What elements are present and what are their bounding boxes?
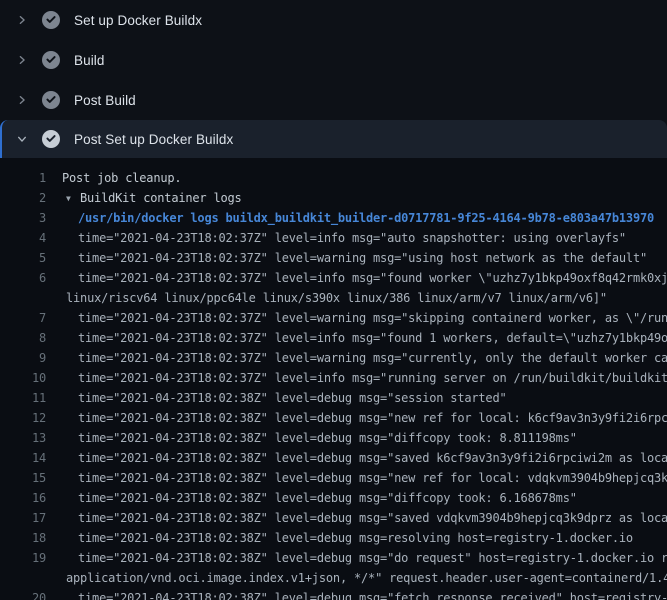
log-line: 17 time="2021-04-23T18:02:38Z" level=debu… [0,508,667,528]
chevron-down-icon [16,133,28,145]
log-line: 6 time="2021-04-23T18:02:37Z" level=info … [0,268,667,288]
log-text: time="2021-04-23T18:02:38Z" level=debug … [78,488,577,508]
log-line: 15 time="2021-04-23T18:02:38Z" level=debu… [0,468,667,488]
line-number[interactable]: 14 [0,448,46,468]
log-text: time="2021-04-23T18:02:38Z" level=debug … [78,548,667,568]
line-number[interactable]: 4 [0,228,46,248]
log-group-toggle[interactable]: ▼ BuildKit container logs [62,188,242,208]
log-text: time="2021-04-23T18:02:37Z" level=warnin… [78,248,647,268]
log-line: 8 time="2021-04-23T18:02:37Z" level=info … [0,328,667,348]
step-label: Post Build [74,93,136,108]
triangle-down-icon: ▼ [66,189,75,208]
log-line: 9 time="2021-04-23T18:02:37Z" level=warni… [0,348,667,368]
log-text: time="2021-04-23T18:02:38Z" level=debug … [78,588,667,600]
log-text: time="2021-04-23T18:02:38Z" level=debug … [78,508,667,528]
step-section-build[interactable]: Build [0,40,667,80]
log-text: time="2021-04-23T18:02:37Z" level=info m… [78,368,667,388]
check-circle-icon [42,11,60,29]
log-line: 12 time="2021-04-23T18:02:38Z" level=debu… [0,408,667,428]
log-line: 5 time="2021-04-23T18:02:37Z" level=warni… [0,248,667,268]
check-circle-icon [42,51,60,69]
line-number[interactable]: 20 [0,588,46,600]
log-text: Post job cleanup. [62,168,181,188]
line-number[interactable]: 5 [0,248,46,268]
step-section-post-set-up-docker-buildx[interactable]: Post Set up Docker Buildx [0,120,667,158]
line-number[interactable]: 17 [0,508,46,528]
log-text: time="2021-04-23T18:02:37Z" level=info m… [78,268,667,288]
log-text: application/vnd.oci.image.index.v1+json,… [66,568,667,588]
check-circle-icon [42,91,60,109]
log-text: time="2021-04-23T18:02:37Z" level=warnin… [78,308,667,328]
line-number[interactable]: 3 [0,208,46,228]
log-text: time="2021-04-23T18:02:37Z" level=warnin… [78,348,667,368]
step-section-set-up-docker-buildx[interactable]: Set up Docker Buildx [0,0,667,40]
log-text: time="2021-04-23T18:02:37Z" level=info m… [78,328,667,348]
line-number[interactable]: 19 [0,548,46,568]
line-number[interactable]: 13 [0,428,46,448]
step-section-post-build[interactable]: Post Build [0,80,667,120]
check-circle-icon [42,130,60,148]
command-text: /usr/bin/docker logs buildx_buildkit_bui… [78,208,654,228]
line-number[interactable]: 1 [0,168,46,188]
line-number[interactable]: 11 [0,388,46,408]
actions-log-viewer: Set up Docker Buildx Build Post Build [0,0,667,600]
log-line: 3/usr/bin/docker logs buildx_buildkit_bu… [0,208,667,228]
chevron-right-icon [16,94,28,106]
line-number[interactable]: 9 [0,348,46,368]
line-number[interactable]: 2 [0,188,46,208]
log-group-label: BuildKit container logs [80,191,242,205]
line-number[interactable]: 15 [0,468,46,488]
log-line: 4 time="2021-04-23T18:02:37Z" level=info … [0,228,667,248]
log-line: 11 time="2021-04-23T18:02:38Z" level=debu… [0,388,667,408]
line-number[interactable]: 18 [0,528,46,548]
log-pane: 1 Post job cleanup. 2 ▼ BuildKit container l… [0,158,667,600]
log-line: 20 time="2021-04-23T18:02:38Z" level=debu… [0,588,667,600]
log-text: time="2021-04-23T18:02:38Z" level=debug … [78,388,507,408]
line-number[interactable]: 7 [0,308,46,328]
log-line: 13 time="2021-04-23T18:02:38Z" level=debu… [0,428,667,448]
chevron-right-icon [16,14,28,26]
log-line: 14 time="2021-04-23T18:02:38Z" level=debu… [0,448,667,468]
line-number[interactable]: 16 [0,488,46,508]
log-line: 16 time="2021-04-23T18:02:38Z" level=debu… [0,488,667,508]
log-text: time="2021-04-23T18:02:38Z" level=debug … [78,468,667,488]
log-line: 10 time="2021-04-23T18:02:37Z" level=info… [0,368,667,388]
log-line-continuation: linux/riscv64 linux/ppc64le linux/s390x … [0,288,667,308]
log-line: 1 Post job cleanup. [0,168,667,188]
line-number[interactable]: 10 [0,368,46,388]
log-line-continuation: application/vnd.oci.image.index.v1+json,… [0,568,667,588]
log-line: 18 time="2021-04-23T18:02:38Z" level=debu… [0,528,667,548]
log-text: time="2021-04-23T18:02:38Z" level=debug … [78,448,667,468]
log-line: 19 time="2021-04-23T18:02:38Z" level=debu… [0,548,667,568]
log-text: linux/riscv64 linux/ppc64le linux/s390x … [66,288,607,308]
log-line: 7 time="2021-04-23T18:02:37Z" level=warni… [0,308,667,328]
log-line: 2 ▼ BuildKit container logs [0,188,667,208]
step-list: Set up Docker Buildx Build Post Build [0,0,667,158]
log-text: time="2021-04-23T18:02:37Z" level=info m… [78,228,626,248]
step-label: Post Set up Docker Buildx [74,132,233,147]
line-number[interactable]: 12 [0,408,46,428]
chevron-right-icon [16,54,28,66]
step-label: Build [74,53,105,68]
log-text: time="2021-04-23T18:02:38Z" level=debug … [78,528,633,548]
step-label: Set up Docker Buildx [74,13,202,28]
line-number[interactable]: 8 [0,328,46,348]
log-text: time="2021-04-23T18:02:38Z" level=debug … [78,428,577,448]
line-number[interactable]: 6 [0,268,46,288]
log-text: time="2021-04-23T18:02:38Z" level=debug … [78,408,667,428]
